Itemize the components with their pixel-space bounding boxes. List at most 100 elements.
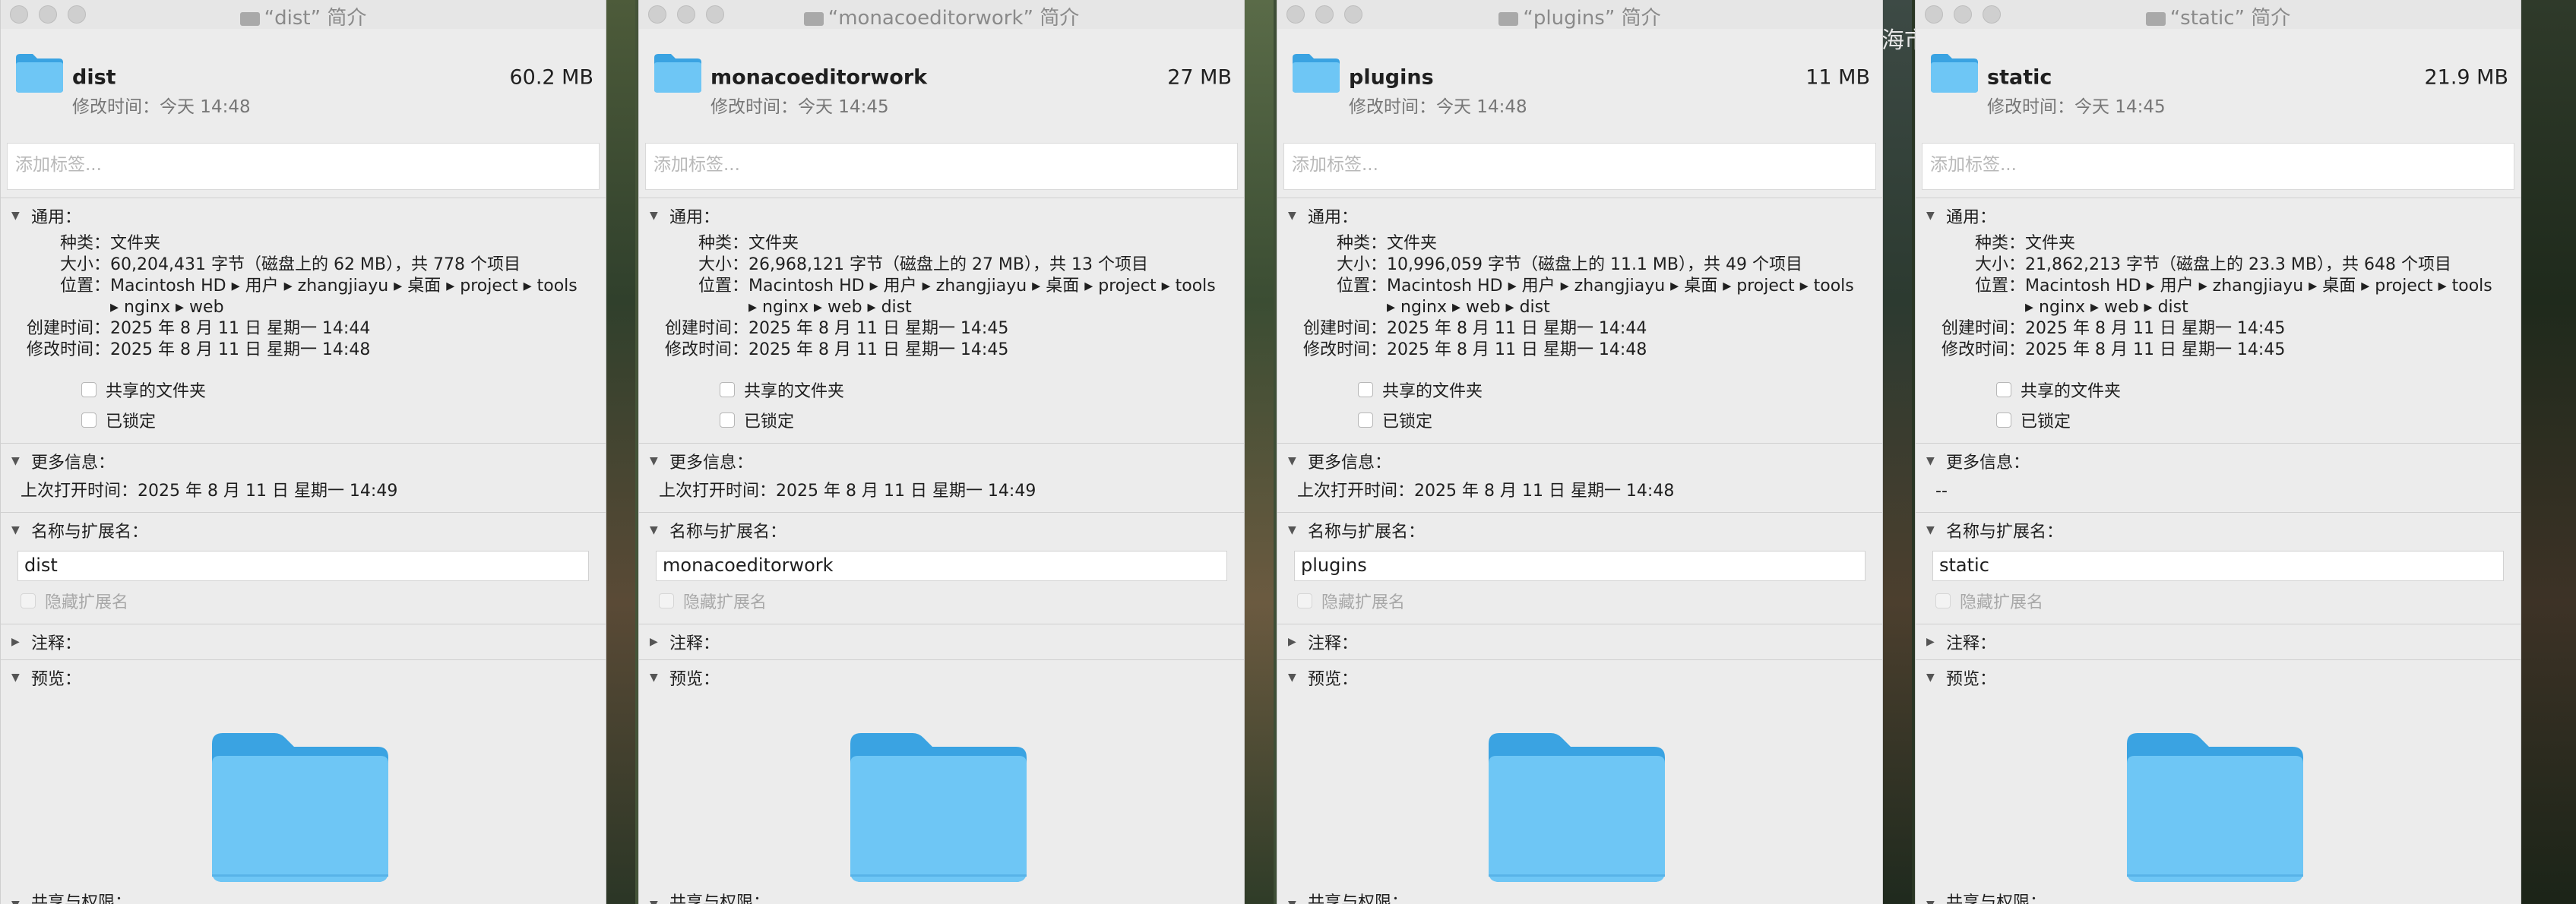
section-title: 预览：	[1946, 670, 1997, 689]
sharing-permissions-header[interactable]: ▼ 共享与权限：	[11, 889, 131, 904]
disclosure-chevron-icon[interactable]: ▼	[11, 455, 22, 467]
locked-checkbox[interactable]: 已锁定	[1358, 405, 1882, 435]
general-section: ▼ 通用： 种类： 文件夹 大小： 26,968,121 字节（磁盘上的 27 MB）…	[639, 198, 1244, 435]
name-extension-header[interactable]: ▼ 名称与扩展名：	[639, 513, 1244, 548]
checkbox-box[interactable]	[659, 593, 674, 608]
name-field[interactable]: dist	[17, 551, 589, 581]
info-header: static 21.9 MB 修改时间：今天 14:45	[1916, 29, 2521, 117]
hide-extension-checkbox[interactable]: 隐藏扩展名	[1277, 586, 1882, 616]
disclosure-chevron-icon[interactable]: ▶	[1288, 636, 1299, 648]
general-section-header[interactable]: ▼ 通用：	[1, 198, 606, 233]
item-size: 60.2 MB	[509, 65, 593, 90]
created-value: 2025 年 8 月 11 日 星期一 14:45	[748, 319, 1009, 338]
disclosure-chevron-icon[interactable]: ▼	[11, 524, 22, 536]
disclosure-chevron-icon[interactable]: ▶	[650, 636, 660, 648]
preview-section: ▼ 预览：	[1, 659, 606, 904]
comments-header[interactable]: ▶ 注释：	[1, 624, 606, 659]
more-info-header[interactable]: ▼ 更多信息：	[639, 444, 1244, 479]
disclosure-chevron-icon[interactable]: ▶	[11, 636, 22, 648]
modified-label: 修改时间：	[664, 340, 748, 359]
tags-input[interactable]: 添加标签...	[645, 143, 1238, 190]
checkbox-box[interactable]	[720, 412, 735, 428]
disclosure-chevron-icon[interactable]: ▼	[11, 672, 22, 684]
checkbox-box[interactable]	[81, 412, 97, 428]
disclosure-chevron-icon[interactable]: ▼	[1926, 672, 1937, 684]
disclosure-chevron-icon[interactable]: ▼	[1288, 899, 1299, 904]
preview-header[interactable]: ▼ 预览：	[1, 660, 606, 695]
tags-input[interactable]: 添加标签...	[7, 143, 600, 190]
disclosure-chevron-icon[interactable]: ▼	[1926, 455, 1937, 467]
tags-input[interactable]: 添加标签...	[1922, 143, 2514, 190]
tags-input[interactable]: 添加标签...	[1283, 143, 1876, 190]
checkbox-box[interactable]	[21, 593, 36, 608]
shared-folder-checkbox[interactable]: 共享的文件夹	[1358, 375, 1882, 405]
checkbox-box[interactable]	[720, 382, 735, 397]
kind-label: 种类：	[1974, 234, 2025, 253]
disclosure-chevron-icon[interactable]: ▼	[1288, 672, 1299, 684]
checkbox-label: 已锁定	[744, 412, 795, 431]
comments-header[interactable]: ▶ 注释：	[639, 624, 1244, 659]
checkbox-box[interactable]	[1996, 382, 2011, 397]
shared-folder-checkbox[interactable]: 共享的文件夹	[720, 375, 1244, 405]
general-section-header[interactable]: ▼ 通用：	[639, 198, 1244, 233]
locked-checkbox[interactable]: 已锁定	[720, 405, 1244, 435]
comments-header[interactable]: ▶ 注释：	[1277, 624, 1882, 659]
disclosure-chevron-icon[interactable]: ▼	[650, 672, 660, 684]
disclosure-chevron-icon[interactable]: ▼	[650, 899, 660, 904]
sharing-permissions-header[interactable]: ▼ 共享与权限：	[1288, 889, 1408, 904]
sharing-permissions-header[interactable]: ▼ 共享与权限：	[650, 889, 770, 904]
disclosure-chevron-icon[interactable]: ▼	[11, 899, 22, 904]
disclosure-chevron-icon[interactable]: ▼	[650, 210, 660, 222]
general-section-header[interactable]: ▼ 通用：	[1916, 198, 2521, 233]
shared-folder-checkbox[interactable]: 共享的文件夹	[1996, 375, 2521, 405]
disclosure-chevron-icon[interactable]: ▼	[1926, 524, 1937, 536]
title-bar[interactable]: “plugins” 简介	[1277, 0, 1882, 30]
disclosure-chevron-icon[interactable]: ▼	[1288, 210, 1299, 222]
disclosure-chevron-icon[interactable]: ▼	[1288, 524, 1299, 536]
last-opened-value: 上次打开时间：2025 年 8 月 11 日 星期一 14:48	[1297, 482, 1675, 501]
preview-header[interactable]: ▼ 预览：	[1277, 660, 1882, 695]
checkbox-box[interactable]	[1996, 412, 2011, 428]
comments-header[interactable]: ▶ 注释：	[1916, 624, 2521, 659]
title-bar[interactable]: “dist” 简介	[1, 0, 606, 30]
hide-extension-checkbox[interactable]: 隐藏扩展名	[1916, 586, 2521, 616]
disclosure-chevron-icon[interactable]: ▶	[1926, 636, 1937, 648]
checkbox-box[interactable]	[1358, 382, 1373, 397]
where-value: Macintosh HD ▸ 用户 ▸ zhangjiayu ▸ 桌面 ▸ pr…	[2025, 277, 2492, 317]
name-extension-header[interactable]: ▼ 名称与扩展名：	[1277, 513, 1882, 548]
more-info-header[interactable]: ▼ 更多信息：	[1, 444, 606, 479]
preview-header[interactable]: ▼ 预览：	[1916, 660, 2521, 695]
hide-extension-checkbox[interactable]: 隐藏扩展名	[639, 586, 1244, 616]
name-field[interactable]: monacoeditorwork	[656, 551, 1227, 581]
checkbox-box[interactable]	[81, 382, 97, 397]
sharing-permissions-header[interactable]: ▼ 共享与权限：	[1926, 889, 2046, 904]
info-header: plugins 11 MB 修改时间：今天 14:48	[1277, 29, 1882, 117]
hide-extension-checkbox[interactable]: 隐藏扩展名	[1, 586, 606, 616]
window-title: “monacoeditorwork” 简介	[639, 2, 1244, 30]
disclosure-chevron-icon[interactable]: ▼	[650, 455, 660, 467]
more-info-header[interactable]: ▼ 更多信息：	[1277, 444, 1882, 479]
checkbox-box[interactable]	[1297, 593, 1312, 608]
title-bar[interactable]: “static” 简介	[1916, 0, 2521, 30]
name-extension-section: ▼ 名称与扩展名： plugins 隐藏扩展名	[1277, 512, 1882, 616]
section-title: 预览：	[1308, 670, 1359, 689]
checkbox-box[interactable]	[1358, 412, 1373, 428]
disclosure-chevron-icon[interactable]: ▼	[11, 210, 22, 222]
disclosure-chevron-icon[interactable]: ▼	[1926, 210, 1937, 222]
general-section-header[interactable]: ▼ 通用：	[1277, 198, 1882, 233]
disclosure-chevron-icon[interactable]: ▼	[1288, 455, 1299, 467]
title-bar[interactable]: “monacoeditorwork” 简介	[639, 0, 1244, 30]
folder-icon	[803, 12, 824, 26]
shared-folder-checkbox[interactable]: 共享的文件夹	[81, 375, 606, 405]
name-extension-header[interactable]: ▼ 名称与扩展名：	[1916, 513, 2521, 548]
disclosure-chevron-icon[interactable]: ▼	[650, 524, 660, 536]
locked-checkbox[interactable]: 已锁定	[81, 405, 606, 435]
more-info-header[interactable]: ▼ 更多信息：	[1916, 444, 2521, 479]
locked-checkbox[interactable]: 已锁定	[1996, 405, 2521, 435]
name-extension-header[interactable]: ▼ 名称与扩展名：	[1, 513, 606, 548]
checkbox-box[interactable]	[1935, 593, 1951, 608]
name-field[interactable]: static	[1932, 551, 2504, 581]
preview-header[interactable]: ▼ 预览：	[639, 660, 1244, 695]
disclosure-chevron-icon[interactable]: ▼	[1926, 899, 1937, 904]
name-field[interactable]: plugins	[1294, 551, 1866, 581]
